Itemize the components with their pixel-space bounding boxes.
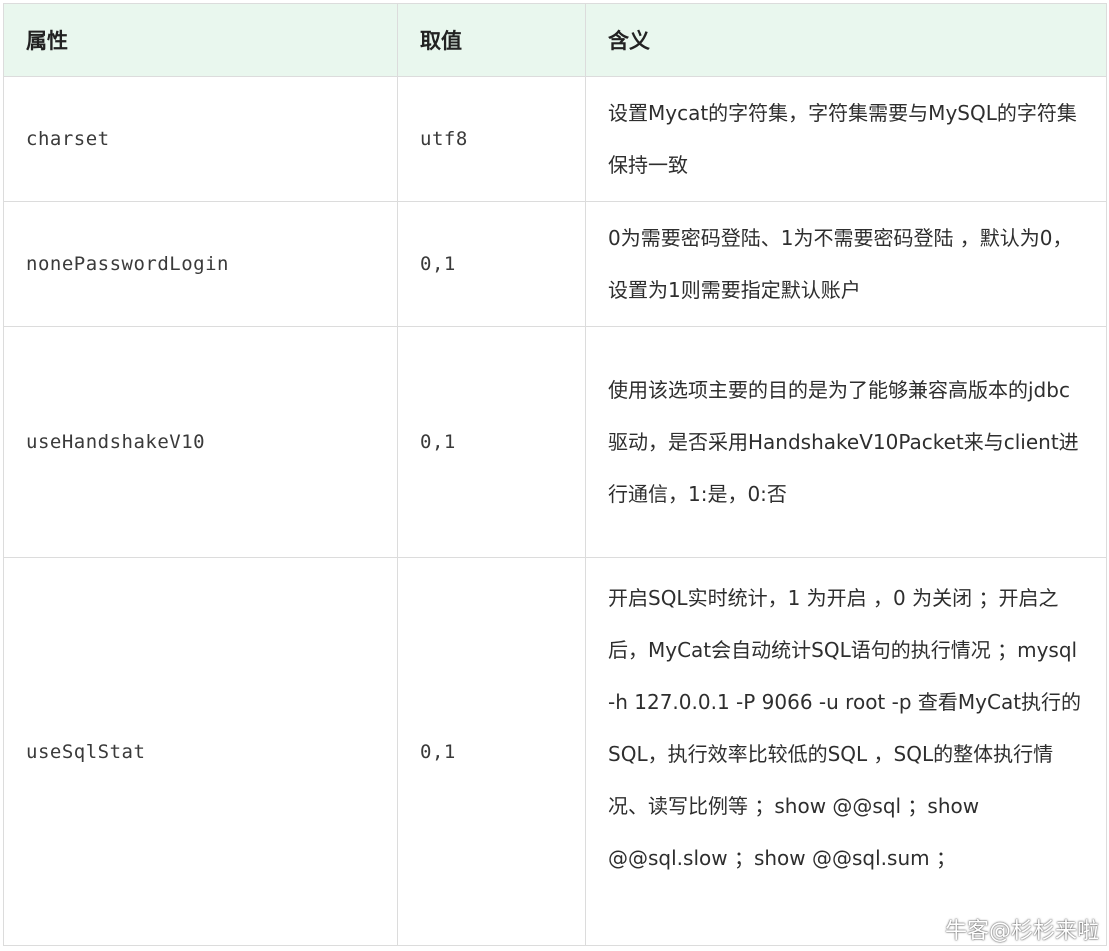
cell-meaning: 开启SQL实时统计，1 为开启 ，0 为关闭 ；开启之后，MyCat会自动统计S… [585, 557, 1107, 946]
watermark-text: 牛客@杉杉来啦 [944, 919, 1099, 944]
cell-meaning: 0为需要密码登陆、1为不需要密码登陆 ，默认为0，设置为1则需要指定默认账户 [585, 201, 1107, 327]
cell-meaning: 使用该选项主要的目的是为了能够兼容高版本的jdbc驱动，是否采用Handshak… [585, 326, 1107, 558]
cell-value: utf8 [397, 76, 586, 202]
cell-meaning: 设置Mycat的字符集，字符集需要与MySQL的字符集保持一致 [585, 76, 1107, 202]
header-meaning: 含义 [585, 3, 1107, 77]
table-row: useSqlStat 0,1 开启SQL实时统计，1 为开启 ，0 为关闭 ；开… [3, 557, 1107, 946]
cell-attribute: useSqlStat [3, 557, 398, 946]
header-value: 取值 [397, 3, 586, 77]
cell-attribute: nonePasswordLogin [3, 201, 398, 327]
cell-value: 0,1 [397, 201, 586, 327]
cell-attribute: charset [3, 76, 398, 202]
cell-attribute: useHandshakeV10 [3, 326, 398, 558]
watermark: 牛客@杉杉来啦 [911, 913, 1099, 945]
table-header-row: 属性 取值 含义 [3, 3, 1107, 77]
cell-value: 0,1 [397, 557, 586, 946]
cell-value: 0,1 [397, 326, 586, 558]
niuke-logo-icon [911, 919, 941, 941]
header-attribute: 属性 [3, 3, 398, 77]
table-row: useHandshakeV10 0,1 使用该选项主要的目的是为了能够兼容高版本… [3, 326, 1107, 558]
attribute-table-container: 属性 取值 含义 charset utf8 设置Mycat的字符集，字符集需要与… [3, 3, 1107, 946]
attribute-table: 属性 取值 含义 charset utf8 设置Mycat的字符集，字符集需要与… [3, 3, 1107, 946]
table-row: charset utf8 设置Mycat的字符集，字符集需要与MySQL的字符集… [3, 76, 1107, 202]
table-row: nonePasswordLogin 0,1 0为需要密码登陆、1为不需要密码登陆… [3, 201, 1107, 327]
